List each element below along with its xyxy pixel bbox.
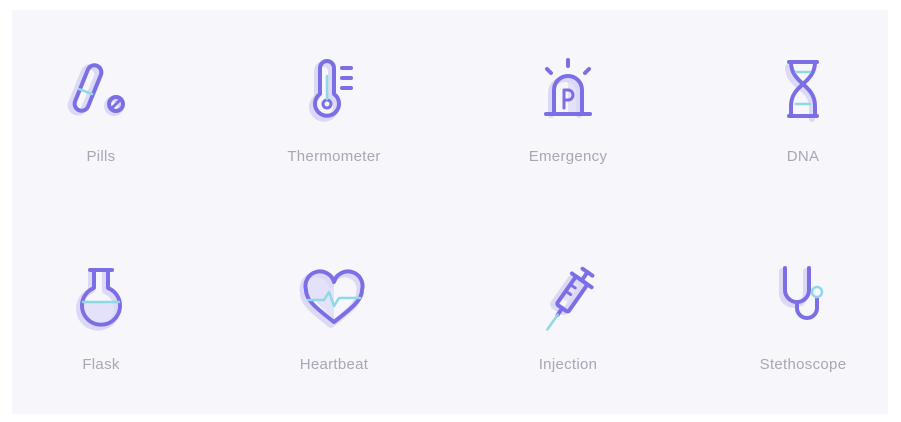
icon-tile-emergency: Emergency	[478, 54, 658, 204]
icon-label: Thermometer	[287, 148, 381, 165]
icon-tile-stethoscope: Stethoscope	[713, 262, 893, 412]
heartbeat-icon	[299, 269, 365, 328]
icon-tile-flask: Flask	[11, 262, 191, 412]
icon-label: Flask	[82, 356, 120, 373]
emergency-light-icon	[544, 58, 592, 118]
icon-grid: Pills Thermometer Emergency DNA Flask He…	[12, 10, 888, 414]
icon-tile-heartbeat: Heartbeat	[244, 262, 424, 412]
syringe-icon	[546, 266, 595, 331]
icon-label: Emergency	[528, 148, 608, 165]
icon-tile-pills: Pills	[11, 54, 191, 204]
icon-tile-thermometer: Thermometer	[244, 54, 424, 204]
icon-label: Pills	[86, 148, 116, 165]
stethoscope-icon	[779, 266, 824, 320]
thermometer-icon	[309, 59, 353, 122]
flask-icon	[76, 268, 122, 331]
dna-icon	[785, 60, 819, 122]
icon-tile-dna: DNA	[713, 54, 893, 204]
icon-label: Stethoscope	[759, 356, 847, 373]
icon-label: DNA	[786, 148, 820, 165]
icon-label: Heartbeat	[299, 356, 369, 373]
icon-tile-injection: Injection	[478, 262, 658, 412]
icon-label: Injection	[538, 356, 598, 373]
pills-icon	[67, 63, 125, 116]
